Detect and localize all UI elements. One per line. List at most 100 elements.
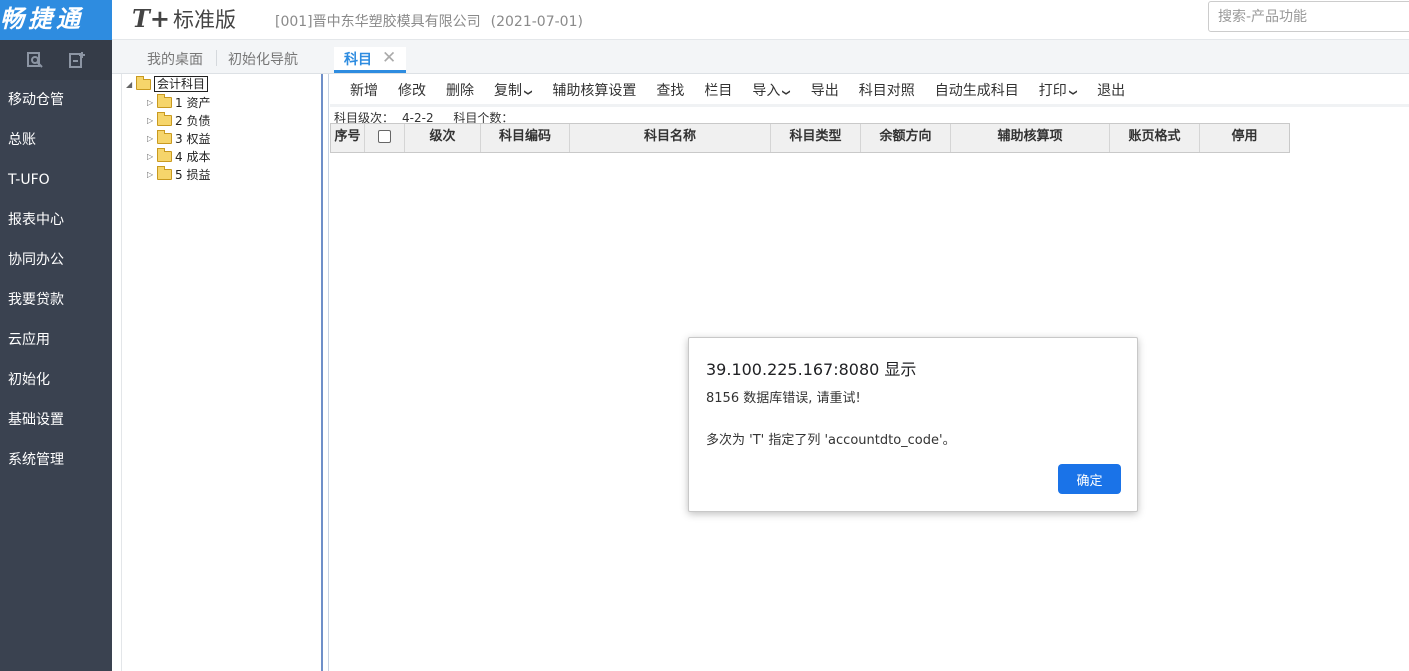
- sidebar-item-system-admin[interactable]: 系统管理: [0, 440, 112, 480]
- tree-node-label[interactable]: 4 成本: [175, 148, 210, 165]
- toolbar-divider: [330, 104, 1409, 107]
- tree-node[interactable]: ▷ 4 成本: [147, 147, 210, 165]
- button-label: 查找: [656, 83, 685, 99]
- import-button[interactable]: 导入 ❯: [742, 80, 800, 100]
- export-button[interactable]: 导出: [801, 80, 849, 100]
- expand-arrow-icon[interactable]: ▷: [147, 134, 157, 143]
- folder-icon: [157, 111, 172, 126]
- button-label: 栏目: [704, 83, 733, 99]
- chevron-down-icon: ❯: [523, 89, 533, 96]
- sidebar-item-initialization[interactable]: 初始化: [0, 360, 112, 400]
- account-mapping-button[interactable]: 科目对照: [849, 80, 925, 100]
- dialog-message: 8156 数据库错误, 请重试!: [706, 391, 861, 406]
- tree-node[interactable]: ▷ 2 负债: [147, 111, 210, 129]
- grid-header: 序号 级次 科目编码 科目名称 科目类型 余额方向 辅助核算项 账页格式 停用: [330, 123, 1290, 153]
- button-label: 退出: [1097, 83, 1126, 99]
- tab-divider: [216, 50, 217, 66]
- col-ledger-format[interactable]: 账页格式: [1110, 124, 1200, 152]
- tree-node-label[interactable]: 2 负债: [175, 112, 210, 129]
- add-doc-icon[interactable]: [67, 50, 87, 70]
- company-name: [001]晋中东华塑胶模具有限公司: [275, 14, 481, 30]
- expand-arrow-icon[interactable]: ▷: [147, 170, 157, 179]
- sidebar-item-report-center[interactable]: 报表中心: [0, 200, 112, 240]
- col-balance-direction[interactable]: 余额方向: [861, 124, 951, 152]
- app-header: T+ 标准版 [001]晋中东华塑胶模具有限公司 (2021-07-01): [112, 0, 1409, 40]
- company-info: [001]晋中东华塑胶模具有限公司 (2021-07-01): [275, 11, 583, 31]
- tree-root[interactable]: ◢ 会计科目: [126, 75, 209, 93]
- sidebar-item-collaboration[interactable]: 协同办公: [0, 240, 112, 280]
- sidebar-item-t-ufo[interactable]: T-UFO: [0, 160, 112, 200]
- dialog-detail: 多次为 'T' 指定了列 'accountdto_code'。: [706, 433, 956, 448]
- folder-icon: [157, 147, 172, 162]
- folder-icon: [157, 129, 172, 144]
- col-code[interactable]: 科目编码: [481, 124, 570, 152]
- login-date: (2021-07-01): [490, 14, 583, 30]
- button-label: 辅助核算设置: [552, 83, 637, 99]
- ok-button[interactable]: 确定: [1058, 464, 1121, 494]
- aux-accounting-settings-button[interactable]: 辅助核算设置: [542, 80, 646, 100]
- col-name[interactable]: 科目名称: [570, 124, 771, 152]
- sidebar-item-cloud-apps[interactable]: 云应用: [0, 320, 112, 360]
- sidebar-nav: 移动仓管 总账 T-UFO 报表中心 协同办公 我要贷款 云应用 初始化 基础设…: [0, 80, 112, 480]
- select-all-checkbox[interactable]: [378, 130, 391, 143]
- col-disabled[interactable]: 停用: [1200, 124, 1289, 152]
- chevron-down-icon: ❯: [1068, 89, 1078, 96]
- tab-subject-active[interactable]: 科目 ✕: [334, 47, 407, 73]
- tree-node[interactable]: ▷ 1 资产: [147, 93, 210, 111]
- brand-edition: 标准版: [172, 8, 236, 32]
- close-icon[interactable]: ✕: [382, 50, 396, 67]
- columns-button[interactable]: 栏目: [694, 80, 742, 100]
- alert-dialog: 39.100.225.167:8080 显示 8156 数据库错误, 请重试! …: [688, 337, 1138, 512]
- expand-arrow-icon[interactable]: ▷: [147, 152, 157, 161]
- copy-button[interactable]: 复制 ❯: [484, 80, 542, 100]
- button-label: 科目对照: [858, 83, 915, 99]
- panel-splitter[interactable]: [321, 74, 329, 671]
- expand-arrow-icon[interactable]: ▷: [147, 116, 157, 125]
- tree-node-label[interactable]: 会计科目: [154, 76, 209, 92]
- button-label: 打印: [1038, 83, 1067, 99]
- search-doc-icon[interactable]: [25, 50, 45, 70]
- product-brand: T+ 标准版: [132, 4, 236, 34]
- sidebar: 畅捷通 移动仓管 总账 T-UFO 报表中心 协同办公 我要贷款 云应用 初始化…: [0, 0, 112, 671]
- sidebar-item-basic-settings[interactable]: 基础设置: [0, 400, 112, 440]
- exit-button[interactable]: 退出: [1087, 80, 1135, 100]
- auto-generate-button[interactable]: 自动生成科目: [925, 80, 1029, 100]
- button-label: 删除: [446, 83, 474, 99]
- tab-init-nav[interactable]: 初始化导航: [228, 49, 298, 69]
- tree-node-label[interactable]: 3 权益: [175, 130, 210, 147]
- button-label: 复制: [494, 83, 522, 99]
- find-button[interactable]: 查找: [646, 80, 694, 100]
- search-input[interactable]: [1208, 1, 1409, 32]
- col-level[interactable]: 级次: [405, 124, 481, 152]
- sidebar-item-loan[interactable]: 我要贷款: [0, 280, 112, 320]
- edit-button[interactable]: 修改: [388, 80, 436, 100]
- button-label: 导出: [810, 83, 839, 99]
- toolbar: 新增 修改 删除 复制 ❯ 辅助核算设置 查找 栏目 导入 ❯ 导出 科目对照 自动…: [330, 76, 1409, 104]
- delete-button[interactable]: 删除: [436, 80, 484, 100]
- tree-node-label[interactable]: 1 资产: [175, 94, 210, 111]
- tab-label: 科目: [344, 51, 372, 68]
- folder-icon: [157, 93, 172, 108]
- folder-icon: [157, 165, 172, 180]
- button-label: 导入: [752, 83, 781, 99]
- sidebar-item-general-ledger[interactable]: 总账: [0, 120, 112, 160]
- tree-node-label[interactable]: 5 损益: [175, 166, 210, 183]
- print-button[interactable]: 打印 ❯: [1029, 80, 1087, 100]
- col-aux-items[interactable]: 辅助核算项: [951, 124, 1110, 152]
- tab-bar: 我的桌面 初始化导航 科目 ✕: [112, 40, 1409, 74]
- tab-my-desktop[interactable]: 我的桌面: [147, 49, 203, 69]
- add-button[interactable]: 新增: [340, 80, 388, 100]
- button-label: 修改: [398, 83, 426, 99]
- collapse-arrow-icon[interactable]: ◢: [126, 80, 136, 89]
- col-select-all[interactable]: [365, 124, 405, 152]
- sidebar-toolbar: [0, 40, 112, 80]
- sidebar-item-mobile-warehouse[interactable]: 移动仓管: [0, 80, 112, 120]
- tree-node[interactable]: ▷ 3 权益: [147, 129, 210, 147]
- expand-arrow-icon[interactable]: ▷: [147, 98, 157, 107]
- col-type[interactable]: 科目类型: [771, 124, 861, 152]
- account-tree: ◢ 会计科目 ▷ 1 资产 ▷ 2 负债 ▷ 3 权益 ▷ 4 成本 ▷ 5 损…: [121, 74, 322, 671]
- button-label: 自动生成科目: [934, 83, 1019, 99]
- tree-node[interactable]: ▷ 5 损益: [147, 165, 210, 183]
- button-label: 新增: [350, 83, 378, 99]
- col-index[interactable]: 序号: [331, 124, 365, 152]
